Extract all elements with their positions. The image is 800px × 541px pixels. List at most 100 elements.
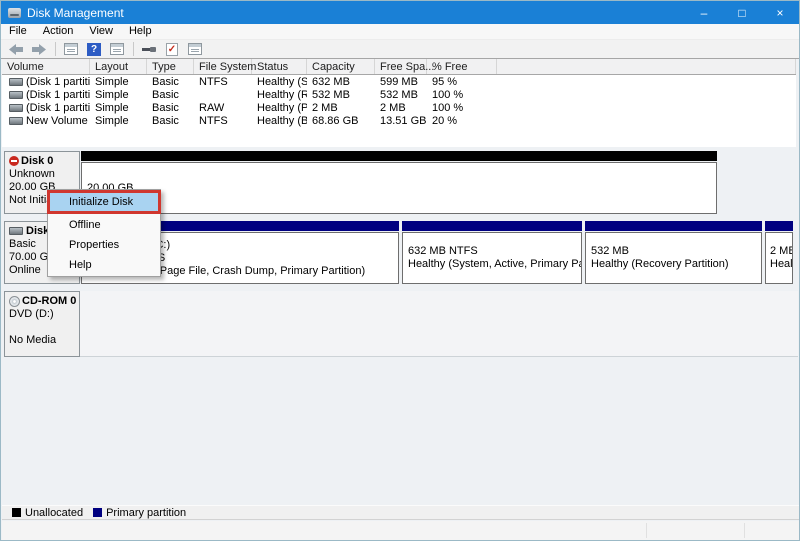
menu-help[interactable]: Help (121, 24, 160, 39)
cdrom-empty-region[interactable] (80, 291, 798, 357)
console-window-icon (64, 43, 78, 55)
table-row[interactable]: New Volume (C:) Simple Basic NTFS Health… (2, 114, 796, 127)
check-disk-button[interactable]: ✓ (161, 41, 183, 58)
volume-capacity: 532 MB (307, 89, 375, 101)
table-row[interactable]: (Disk 1 partition 4) Simple Basic RAW He… (2, 101, 796, 114)
disk0-type: Unknown (9, 168, 79, 181)
volume-status: Healthy (R... (252, 89, 307, 101)
menu-file[interactable]: File (1, 24, 35, 39)
properties-icon (188, 43, 202, 55)
col-layout[interactable]: Layout (90, 59, 147, 74)
checkmark-doc-icon: ✓ (166, 43, 178, 56)
table-row[interactable]: (Disk 1 partition 2) Simple Basic NTFS H… (2, 75, 796, 88)
col-type[interactable]: Type (147, 59, 194, 74)
volume-icon (9, 91, 23, 99)
volume-type: Basic (147, 115, 194, 127)
legend-primary-partition-label: Primary partition (106, 507, 186, 519)
partition-line: Healthy (System, Active, Primary Partiti… (408, 258, 581, 271)
menu-bar: File Action View Help (1, 24, 799, 40)
menu-view[interactable]: View (81, 24, 121, 39)
volume-pct-free: 95 % (427, 76, 497, 88)
volume-layout: Simple (90, 76, 147, 88)
col-filler (497, 59, 796, 74)
console-tree-button[interactable] (60, 41, 82, 58)
uninitialized-disk-icon (9, 156, 19, 166)
disk0-unallocated-region[interactable]: 20.00 GB (81, 151, 717, 214)
cdrom-name: CD-ROM 0 (22, 295, 76, 307)
col-pct-free[interactable]: % Free (427, 59, 497, 74)
context-menu-item-offline[interactable]: Offline (48, 215, 160, 235)
forward-button[interactable] (28, 41, 50, 58)
context-menu-item-initialize-disk[interactable]: Initialize Disk (50, 193, 158, 211)
volume-type: Basic (147, 76, 194, 88)
legend-unallocated: Unallocated (12, 507, 83, 519)
disk0-region-size: 20.00 GB (87, 182, 716, 195)
show-hide-button[interactable] (106, 41, 128, 58)
volume-status: Healthy (P... (252, 102, 307, 114)
help-button[interactable]: ? (83, 41, 105, 58)
volume-icon (9, 78, 23, 86)
cdrom-label-panel[interactable]: CD-ROM 0 DVD (D:) No Media (4, 291, 80, 357)
maximize-button[interactable]: □ (723, 1, 761, 24)
cdrom-drive-letter: DVD (D:) (9, 308, 79, 321)
table-row[interactable]: (Disk 1 partition 3) Simple Basic Health… (2, 88, 796, 101)
primary-partition-band (585, 221, 762, 231)
cdrom-row: CD-ROM 0 DVD (D:) No Media (4, 291, 798, 357)
volume-free: 599 MB (375, 76, 427, 88)
volume-type: Basic (147, 102, 194, 114)
context-menu-item-help[interactable]: Help (48, 255, 160, 275)
partition-small[interactable]: 2 MB Healthy (765, 221, 793, 284)
volume-icon (9, 117, 23, 125)
action-tool-button[interactable] (138, 41, 160, 58)
volume-type: Basic (147, 89, 194, 101)
tool-icon (142, 44, 156, 54)
col-volume[interactable]: Volume (2, 59, 90, 74)
col-free-space[interactable]: Free Spa... (375, 59, 427, 74)
volume-fs: NTFS (194, 76, 252, 88)
status-bar (2, 521, 800, 540)
primary-partition-swatch (93, 508, 102, 517)
minimize-button[interactable]: – (685, 1, 723, 24)
volume-layout: Simple (90, 102, 147, 114)
volume-layout: Simple (90, 89, 147, 101)
legend-primary-partition: Primary partition (93, 507, 186, 519)
help-icon: ? (87, 43, 101, 56)
toolbar-separator (55, 42, 56, 56)
primary-partition-band (765, 221, 793, 231)
col-status[interactable]: Status (252, 59, 307, 74)
volume-layout: Simple (90, 115, 147, 127)
panel-window-icon (110, 43, 124, 55)
disk0-name: Disk 0 (21, 155, 53, 167)
disk-management-window: Disk Management – □ × File Action View H… (0, 0, 800, 541)
volume-capacity: 2 MB (307, 102, 375, 114)
unallocated-band (81, 151, 717, 161)
volume-name: (Disk 1 partition 3) (26, 89, 90, 101)
context-menu-item-properties[interactable]: Properties (48, 235, 160, 255)
volume-fs: NTFS (194, 115, 252, 127)
volume-icon (9, 104, 23, 112)
partition-system[interactable]: 632 MB NTFS Healthy (System, Active, Pri… (402, 221, 582, 284)
app-disk-icon (8, 8, 21, 18)
toolbar: ? ✓ (1, 40, 799, 59)
forward-arrow-icon (32, 44, 46, 55)
status-divider (646, 523, 647, 538)
volume-capacity: 68.86 GB (307, 115, 375, 127)
partition-line: 532 MB (591, 245, 761, 258)
menu-action[interactable]: Action (35, 24, 82, 39)
volume-list-pane: Volume Layout Type File System Status Ca… (2, 59, 796, 148)
toolbar-separator (133, 42, 134, 56)
partition-recovery[interactable]: 532 MB Healthy (Recovery Partition) (585, 221, 762, 284)
col-capacity[interactable]: Capacity (307, 59, 375, 74)
properties-button[interactable] (184, 41, 206, 58)
volume-pct-free: 100 % (427, 89, 497, 101)
volume-free: 13.51 GB (375, 115, 427, 127)
back-button[interactable] (5, 41, 27, 58)
disk-icon (9, 227, 23, 235)
legend-bar: Unallocated Primary partition (2, 505, 800, 520)
col-file-system[interactable]: File System (194, 59, 252, 74)
close-button[interactable]: × (761, 1, 799, 24)
legend-unallocated-label: Unallocated (25, 507, 83, 519)
volume-name: (Disk 1 partition 4) (26, 102, 90, 114)
primary-partition-band (402, 221, 582, 231)
annotation-red-box: Initialize Disk (47, 190, 161, 214)
